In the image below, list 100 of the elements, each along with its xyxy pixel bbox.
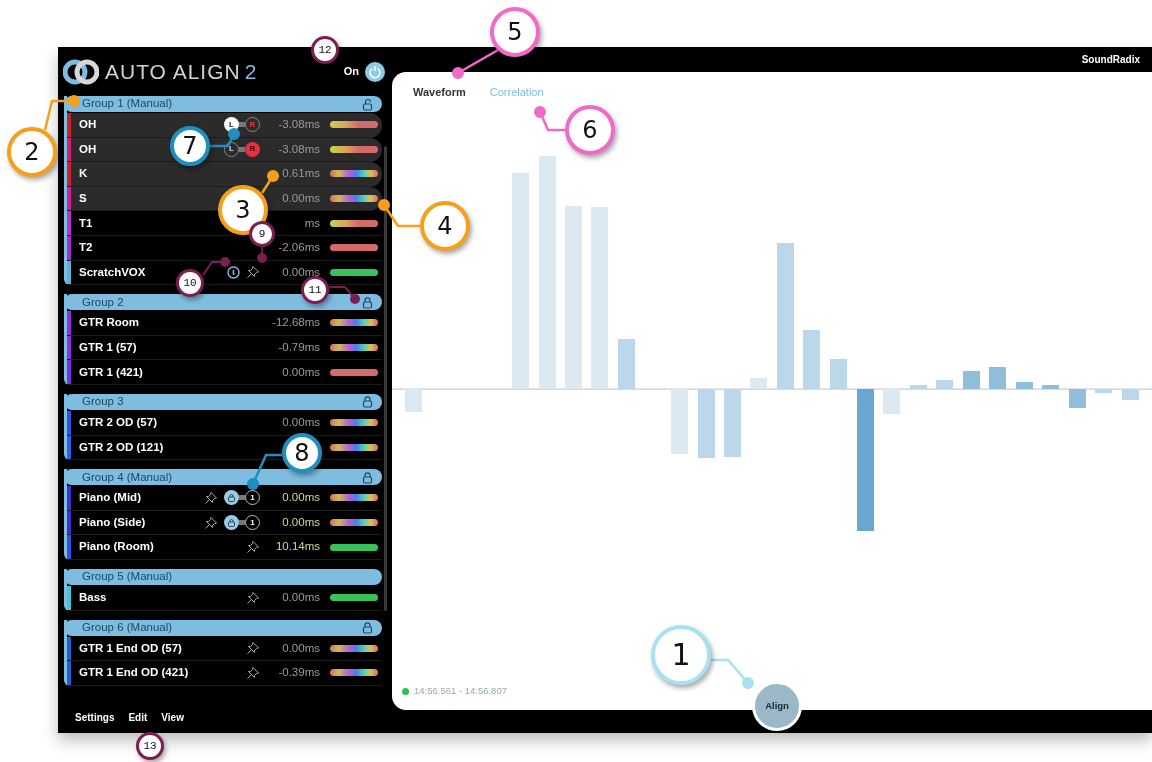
menu-item[interactable]: View <box>161 709 184 725</box>
group-name: Group 6 (Manual) <box>82 619 173 635</box>
lock-icon[interactable] <box>361 395 374 409</box>
correlation-bar <box>1069 389 1086 408</box>
offset-reading: -12.68ms <box>271 315 320 331</box>
time-range: 14:56.561 - 14:56.807 <box>414 684 507 698</box>
group-header[interactable]: Group 3 <box>64 393 382 410</box>
leader-line <box>328 286 360 304</box>
menu-item[interactable]: Settings <box>75 709 115 725</box>
offset-reading: 0.00ms <box>281 490 320 506</box>
track-name: OH <box>79 117 97 133</box>
track-name: Bass <box>79 590 107 606</box>
track-name: GTR 1 End OD (421) <box>79 665 189 681</box>
link-toggle[interactable]: L R <box>224 141 260 157</box>
track-name: T1 <box>79 215 93 231</box>
track-row[interactable]: GTR 1 End OD (421) -0.39ms <box>67 661 382 686</box>
track-name: GTR 2 OD (57) <box>79 415 157 431</box>
track-row[interactable]: Piano (Room) 10.14ms <box>67 535 382 560</box>
link-toggle[interactable]: 1 <box>224 515 260 530</box>
correlation-bar <box>1095 389 1112 393</box>
offset-reading: -3.08ms <box>277 141 320 157</box>
group-header[interactable]: Group 5 (Manual) <box>64 568 382 585</box>
correlation-bar <box>910 385 927 389</box>
correlation-bar <box>830 359 847 389</box>
track-name: OH <box>79 141 97 157</box>
correlation-bar <box>618 339 635 389</box>
lock-icon[interactable] <box>361 621 374 634</box>
lock-icon <box>227 518 236 527</box>
correlation-bar <box>1042 385 1059 389</box>
track-row[interactable]: GTR 1 (57) -0.79ms <box>67 335 382 361</box>
track-name: ScratchVOX <box>79 264 146 280</box>
leader-line <box>534 106 565 132</box>
power-button[interactable] <box>365 61 385 82</box>
app-version: 2 <box>244 61 257 82</box>
pin-icon[interactable] <box>246 540 260 555</box>
track-name: GTR 1 (421) <box>79 364 143 380</box>
lock-icon[interactable] <box>361 295 374 309</box>
group-header[interactable]: Group 6 (Manual) <box>64 619 382 636</box>
group-name: Group 4 (Manual) <box>82 469 173 485</box>
track-row[interactable]: GTR 2 OD (57) 0.00ms <box>67 410 382 436</box>
pin-icon[interactable] <box>204 515 218 530</box>
track-row[interactable]: Bass 0.00ms <box>67 585 382 611</box>
pin-icon[interactable] <box>246 265 260 280</box>
offset-reading: 0.00ms <box>281 190 320 206</box>
group-name: Group 3 <box>82 394 124 410</box>
track-name: GTR 1 End OD (57) <box>79 640 182 656</box>
track-row[interactable]: Piano (Side) 1 0.00ms <box>67 510 382 536</box>
lock-icon[interactable] <box>361 470 374 484</box>
track-name: Piano (Side) <box>79 514 146 530</box>
offset-reading: -0.39ms <box>277 665 320 681</box>
track-row[interactable]: GTR 1 End OD (57) 0.00ms <box>67 636 382 662</box>
correlation-bar <box>989 367 1006 389</box>
group-name: Group 2 <box>82 294 124 310</box>
pin-icon[interactable] <box>204 490 218 505</box>
scrollbar[interactable] <box>384 146 387 611</box>
track-name: T2 <box>79 240 93 256</box>
offset-reading: 0.00ms <box>281 415 320 431</box>
offset-reading: -0.79ms <box>277 339 320 355</box>
offset-reading: 0.00ms <box>281 364 320 380</box>
link-toggle[interactable]: 1 <box>224 490 260 506</box>
group-header[interactable]: Group 1 (Manual) <box>64 96 382 112</box>
track-name: K <box>79 166 88 182</box>
track-name: GTR 1 (57) <box>79 339 137 355</box>
group-name: Group 5 (Manual) <box>82 569 173 585</box>
leader-line <box>257 246 267 263</box>
track-row[interactable]: K 0.61ms <box>67 162 382 187</box>
group-header[interactable]: Group 2 <box>64 294 382 311</box>
correlation-bar <box>963 371 980 389</box>
info-icon[interactable] <box>227 265 240 279</box>
pin-icon[interactable] <box>246 641 260 656</box>
track-name: GTR Room <box>79 315 140 331</box>
track-row[interactable]: Piano (Mid) 1 0.00ms <box>67 486 382 511</box>
pin-icon[interactable] <box>246 590 260 605</box>
pin-icon[interactable] <box>246 665 260 680</box>
brand-name: SoundRadix <box>1081 53 1140 67</box>
lock-icon <box>227 493 236 503</box>
offset-reading: 10.14ms <box>274 539 320 555</box>
track-row[interactable]: GTR Room -12.68ms <box>67 311 382 336</box>
offset-reading: 0.61ms <box>281 166 320 182</box>
offset-reading: -2.06ms <box>277 240 320 256</box>
callout-tooltip: 2 <box>7 127 57 177</box>
correlation-bar <box>750 378 767 389</box>
track-row[interactable]: GTR 1 (421) 0.00ms <box>67 360 382 385</box>
correlation-bar <box>405 389 422 412</box>
leader-line <box>210 128 240 148</box>
menu-item[interactable]: Edit <box>128 709 148 725</box>
group-header[interactable]: Group 4 (Manual) <box>64 469 382 486</box>
logo-icon <box>63 57 99 86</box>
unlocked-icon[interactable] <box>361 97 374 111</box>
correlation-bar <box>724 389 741 457</box>
view-tab[interactable]: Waveform <box>413 85 466 100</box>
offset-reading: -3.08ms <box>277 117 320 133</box>
power-label: On <box>343 64 359 80</box>
track-name: Piano (Mid) <box>79 490 141 506</box>
offset-reading: 0.00ms <box>281 514 320 530</box>
callout-tooltip: 13 <box>136 732 164 760</box>
correlation-bar <box>1122 389 1139 400</box>
offset-reading: ms <box>303 215 320 231</box>
correlation-bar <box>1016 382 1033 389</box>
group-name: Group 1 (Manual) <box>82 96 173 112</box>
